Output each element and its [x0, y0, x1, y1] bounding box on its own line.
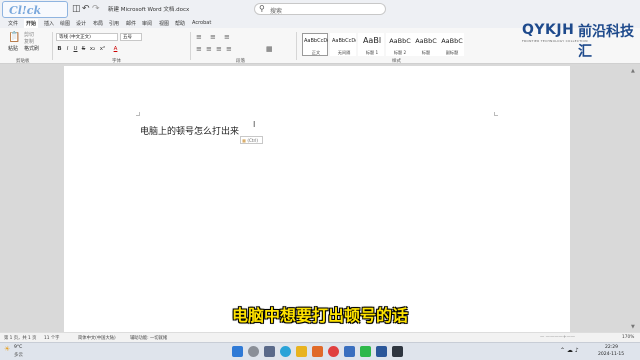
app-icon[interactable] [392, 346, 403, 357]
text-cursor-icon: I [253, 120, 256, 129]
brand-logo: QYKJH 前沿科技汇 FRONTIER TECHNOLOGY COLLECTI… [522, 22, 634, 60]
style-no-spacing[interactable]: AaBbCcDc 无间隔 [330, 33, 356, 56]
save-icon[interactable]: ◫ [72, 4, 81, 14]
document-body-text[interactable]: 电脑上的顿号怎么打出来 [140, 124, 239, 137]
copy-button[interactable]: 复制 [24, 38, 34, 45]
style-normal[interactable]: AaBbCcDc 正文 [302, 33, 328, 56]
tab-view[interactable]: 视图 [157, 19, 171, 28]
font-size-select[interactable]: 五号 [120, 33, 142, 41]
video-subtitle: 电脑中想要打出顿号的话 [231, 306, 408, 325]
underline-button[interactable]: U [72, 46, 79, 52]
style-heading-1[interactable]: AaBl 标题 1 [358, 33, 384, 56]
scroll-up-icon[interactable]: ▲ [631, 68, 635, 74]
clipboard-icon: ▦ [242, 138, 246, 143]
tab-acrobat[interactable]: Acrobat [190, 19, 213, 27]
subscript-button[interactable]: x₂ [89, 46, 96, 52]
style-subtitle[interactable]: AaBbC 副标题 [438, 33, 464, 56]
tray-icons[interactable]: ⌃ ☁ ♪ [560, 347, 579, 354]
screen: Cl!ck ◫ ↶ ↷ 新建 Microsoft Word 文档.docx ⚲ … [0, 0, 640, 360]
multilevel-list-icon[interactable]: ≡ [224, 33, 230, 41]
taskbar: ☀ 9°C 多云 ⌃ ☁ ♪ 22:29 2024-11-15 [0, 342, 640, 360]
language-indicator[interactable]: 简体中文(中国大陆) [78, 335, 116, 341]
weather-temp[interactable]: 9°C [14, 345, 22, 350]
wechat-icon[interactable] [360, 346, 371, 357]
tab-draw[interactable]: 绘图 [58, 19, 72, 28]
paste-button[interactable]: 粘贴 [8, 45, 18, 52]
task-view-icon[interactable] [264, 346, 275, 357]
store-icon[interactable] [312, 346, 323, 357]
italic-button[interactable]: I [64, 46, 71, 52]
tab-review[interactable]: 审阅 [140, 19, 154, 28]
app-icon[interactable] [328, 346, 339, 357]
weather-desc[interactable]: 多云 [14, 352, 23, 358]
search-box[interactable]: ⚲ 搜索 [254, 3, 386, 15]
align-right-icon[interactable]: ≡ [216, 45, 222, 53]
tab-references[interactable]: 引用 [107, 19, 121, 28]
undo-icon[interactable]: ↶ [82, 4, 90, 14]
weather-icon[interactable]: ☀ [4, 345, 10, 353]
clock-date[interactable]: 2024-11-15 [598, 352, 624, 357]
paste-options-button[interactable]: ▦ (Ctrl) [240, 136, 263, 144]
strikethrough-button[interactable]: S [80, 46, 87, 52]
tab-insert[interactable]: 插入 [42, 19, 56, 28]
style-heading-2[interactable]: AaBbC 标题 2 [386, 33, 412, 56]
zoom-slider[interactable]: — ————+—— [540, 335, 575, 340]
format-painter-button[interactable]: 格式刷 [24, 45, 39, 52]
font-color-button[interactable]: A [112, 46, 119, 52]
zoom-level[interactable]: 170% [622, 335, 634, 340]
document-title: 新建 Microsoft Word 文档.docx [108, 7, 190, 13]
align-left-icon[interactable]: ≡ [196, 45, 202, 53]
status-bar: 第 1 页，共 1 页 11 个字 简体中文(中国大陆) 辅助功能: 一切就绪 … [0, 332, 640, 342]
justify-icon[interactable]: ≡ [226, 45, 232, 53]
tab-layout[interactable]: 布局 [91, 19, 105, 28]
cut-button[interactable]: 剪切 [24, 31, 34, 38]
start-icon[interactable] [232, 346, 243, 357]
document-page[interactable] [64, 66, 570, 334]
edge-icon[interactable] [280, 346, 291, 357]
search-taskbar-icon[interactable] [248, 346, 259, 357]
accessibility-status[interactable]: 辅助功能: 一切就绪 [130, 335, 167, 341]
bold-button[interactable]: B [56, 46, 63, 52]
word-count[interactable]: 11 个字 [44, 335, 59, 341]
tab-design[interactable]: 设计 [74, 19, 88, 28]
style-title[interactable]: AaBbC 标题 [412, 33, 438, 56]
borders-icon[interactable]: ▦ [266, 45, 273, 53]
group-divider [190, 32, 191, 60]
group-divider [52, 32, 53, 60]
bullets-icon[interactable]: ≡ [196, 33, 202, 41]
superscript-button[interactable]: x² [99, 46, 106, 52]
word-icon[interactable] [376, 346, 387, 357]
numbering-icon[interactable]: ≡ [210, 33, 216, 41]
title-bar: Cl!ck ◫ ↶ ↷ 新建 Microsoft Word 文档.docx ⚲ … [0, 0, 640, 18]
redo-icon[interactable]: ↷ [92, 4, 100, 14]
group-divider [296, 32, 297, 60]
search-icon: ⚲ [259, 4, 265, 13]
file-explorer-icon[interactable] [296, 346, 307, 357]
margin-marker [494, 112, 498, 116]
paste-icon[interactable]: 📋 [8, 32, 20, 43]
clock-time[interactable]: 22:29 [605, 345, 618, 350]
font-name-select[interactable]: 等线 (中文正文) [56, 33, 118, 41]
align-center-icon[interactable]: ≡ [206, 45, 212, 53]
margin-marker [136, 112, 140, 116]
watermark-logo: Cl!ck [2, 1, 68, 18]
page-count[interactable]: 第 1 页，共 1 页 [4, 335, 36, 341]
tab-mailings[interactable]: 邮件 [124, 19, 138, 28]
app-icon[interactable] [344, 346, 355, 357]
tab-file[interactable]: 文件 [6, 19, 20, 28]
search-placeholder: 搜索 [270, 8, 283, 15]
tab-help[interactable]: 帮助 [173, 19, 187, 28]
vertical-scrollbar[interactable]: ▲ ▼ [630, 68, 638, 330]
